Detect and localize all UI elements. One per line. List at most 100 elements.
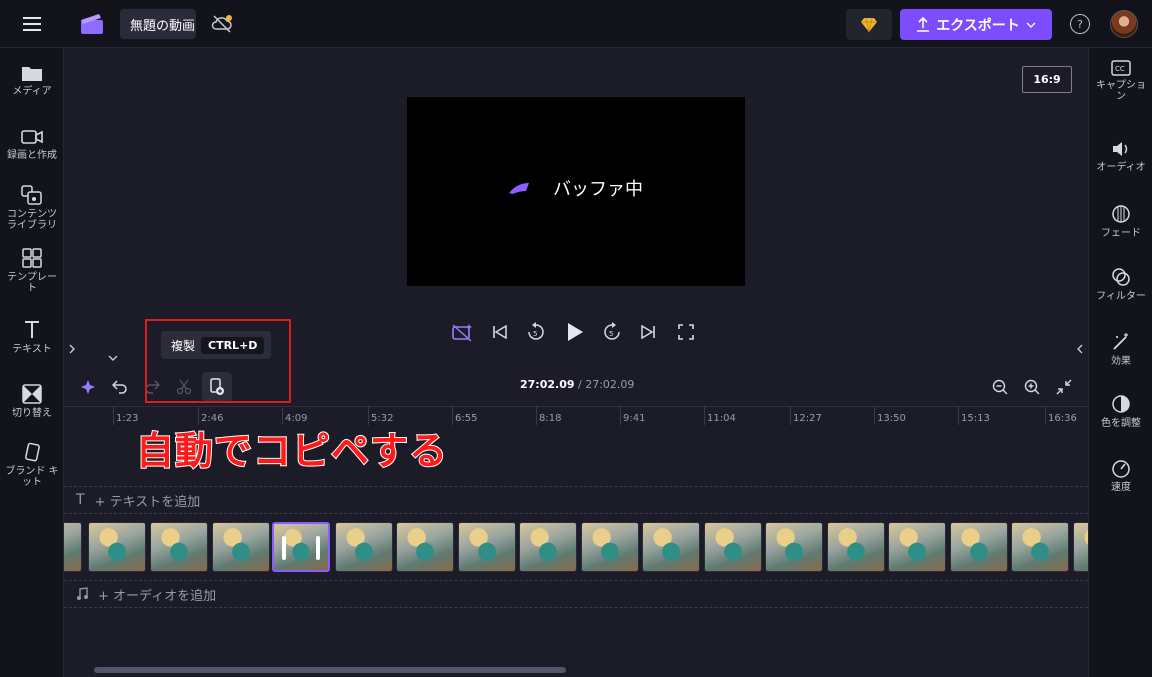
clipchamp-logo-icon[interactable]: [78, 11, 106, 37]
video-clip[interactable]: [212, 522, 270, 572]
sidebar-item-speed[interactable]: 速度: [1089, 458, 1152, 493]
text-track-icon: T: [76, 492, 85, 508]
top-bar: 無題の動画 エクスポート ?: [0, 0, 1152, 48]
video-clip[interactable]: [64, 522, 82, 572]
upload-icon: [917, 16, 930, 32]
video-clip[interactable]: [335, 522, 393, 572]
sidebar-item-label: 速度: [1111, 482, 1131, 493]
video-clip-selected[interactable]: [272, 522, 330, 572]
sidebar-item-label: テンプレー ト: [7, 272, 57, 294]
fade-icon: [1112, 205, 1130, 223]
video-clip[interactable]: [704, 522, 762, 572]
timeline-scrollbar[interactable]: [94, 667, 566, 673]
skip-to-start-icon[interactable]: [488, 320, 512, 344]
sidebar-item-audio[interactable]: オーディオ: [1089, 140, 1152, 173]
sidebar-item-content-library[interactable]: コンテンツ ライブラリ: [0, 185, 64, 231]
cloud-sync-off-icon[interactable]: [210, 12, 234, 36]
video-track[interactable]: [64, 520, 1088, 574]
ruler-tick: 13:50: [874, 407, 906, 425]
sidebar-item-fade[interactable]: フェード: [1089, 204, 1152, 239]
timeline-panel: 27:02.09 / 27:02.09 1:23 2:46 4:09 5:32 …: [64, 366, 1088, 677]
sidebar-item-media[interactable]: メディア: [0, 64, 64, 97]
video-clip[interactable]: [458, 522, 516, 572]
undo-icon[interactable]: [109, 376, 131, 398]
color-adjust-icon: [1112, 395, 1130, 413]
video-clip[interactable]: [88, 522, 146, 572]
play-icon[interactable]: [562, 319, 588, 345]
highlight-box: [145, 319, 291, 403]
fit-timeline-icon[interactable]: [1053, 376, 1075, 398]
magic-camera-icon[interactable]: [450, 320, 474, 344]
export-button[interactable]: エクスポート: [900, 9, 1052, 40]
video-clip[interactable]: [765, 522, 823, 572]
audio-icon: [1113, 142, 1128, 156]
chevron-down-icon: [1026, 22, 1036, 28]
help-button[interactable]: ?: [1070, 14, 1090, 34]
project-title-text: 無題の動画: [130, 18, 196, 34]
rewind-5-icon[interactable]: 5: [524, 320, 548, 344]
effects-icon: [1113, 333, 1128, 350]
sidebar-item-captions[interactable]: CC キャプショ ン: [1089, 60, 1152, 102]
transition-icon: [22, 384, 42, 404]
sidebar-item-color-adjust[interactable]: 色を調整: [1089, 394, 1152, 429]
video-clip[interactable]: [581, 522, 639, 572]
sidebar-item-record[interactable]: 録画と作成: [0, 128, 64, 161]
video-clip[interactable]: [827, 522, 885, 572]
sidebar-item-label: 録画と作成: [7, 150, 57, 161]
sidebar-item-transitions[interactable]: 切り替え: [0, 384, 64, 419]
svg-text:5: 5: [609, 330, 613, 338]
sidebar-item-label: ブランド キ ット: [5, 466, 59, 488]
diamond-icon: [861, 17, 877, 32]
annotation-text: 自動でコピペする: [135, 428, 449, 474]
sidebar-item-effects[interactable]: 効果: [1089, 332, 1152, 367]
buffering-indicator: バッファ中: [507, 175, 643, 201]
text-icon: [25, 321, 39, 338]
video-clip[interactable]: [396, 522, 454, 572]
sidebar-item-text[interactable]: テキスト: [0, 320, 64, 355]
video-clip[interactable]: [642, 522, 700, 572]
sidebar-item-label: 色を調整: [1101, 418, 1141, 429]
trim-handle-right[interactable]: [316, 536, 320, 560]
zoom-out-icon[interactable]: [989, 376, 1011, 398]
project-title-input[interactable]: 無題の動画: [120, 9, 196, 39]
sidebar-item-brand-kit[interactable]: ブランド キ ット: [0, 442, 64, 488]
zoom-in-icon[interactable]: [1021, 376, 1043, 398]
collapse-timeline-chevron-icon[interactable]: [88, 350, 138, 366]
music-note-icon: [77, 587, 88, 600]
ai-sparkle-icon[interactable]: [78, 376, 100, 398]
forward-5-icon[interactable]: 5: [600, 320, 624, 344]
sidebar-item-filters[interactable]: フィルター: [1089, 267, 1152, 302]
video-clip[interactable]: [150, 522, 208, 572]
sidebar-item-label: コンテンツ ライブラリ: [7, 209, 57, 231]
sidebar-item-label: メディア: [12, 86, 52, 97]
captions-icon: CC: [1111, 60, 1131, 76]
ruler-tick: 12:27: [790, 407, 822, 425]
video-clip[interactable]: [888, 522, 946, 572]
premium-button[interactable]: [846, 9, 892, 40]
avatar[interactable]: [1110, 10, 1138, 38]
ruler-tick: 9:41: [619, 407, 646, 425]
video-clip[interactable]: [950, 522, 1008, 572]
video-canvas[interactable]: バッファ中: [407, 97, 745, 286]
svg-text:CC: CC: [1115, 65, 1125, 73]
ruler-tick: 6:55: [451, 407, 478, 425]
expand-left-panel-icon[interactable]: [64, 334, 80, 364]
aspect-ratio-button[interactable]: 16:9: [1022, 66, 1072, 93]
sidebar-item-label: オーディオ: [1096, 162, 1146, 173]
fullscreen-icon[interactable]: [674, 320, 698, 344]
sidebar-item-templates[interactable]: テンプレー ト: [0, 248, 64, 294]
hamburger-menu-icon[interactable]: [20, 12, 44, 36]
timecode: 27:02.09 / 27:02.09: [520, 378, 634, 391]
skip-to-end-icon[interactable]: [636, 320, 660, 344]
add-audio-track[interactable]: + オーディオを追加: [64, 580, 1088, 608]
video-clip[interactable]: [519, 522, 577, 572]
video-clip[interactable]: [1011, 522, 1069, 572]
video-clip[interactable]: [1073, 522, 1088, 572]
camera-icon: [21, 130, 43, 144]
collapse-right-panel-icon[interactable]: [1072, 334, 1088, 364]
add-text-label: + テキストを追加: [94, 494, 201, 510]
loading-spinner-icon: [509, 183, 529, 194]
trim-handle-left[interactable]: [282, 536, 286, 560]
add-text-track[interactable]: T + テキストを追加: [64, 486, 1088, 514]
svg-text:5: 5: [533, 330, 537, 338]
